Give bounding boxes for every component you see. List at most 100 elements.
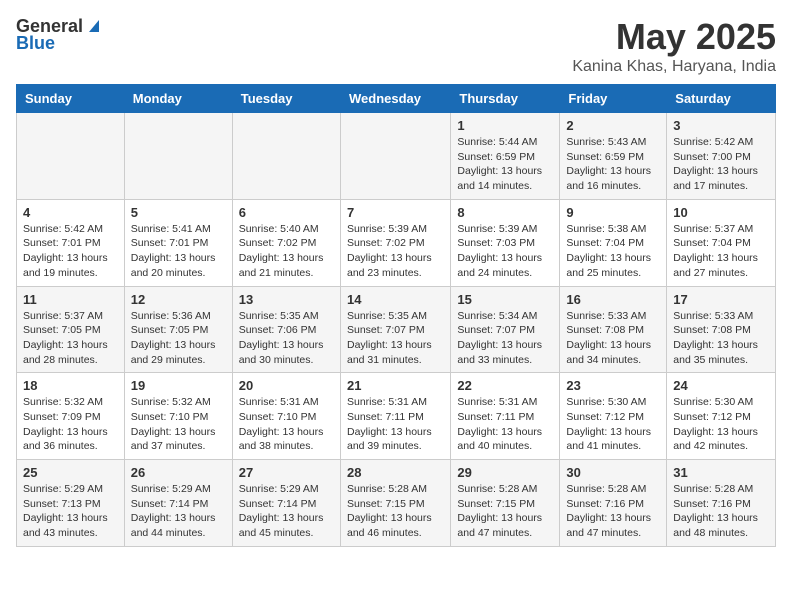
calendar-cell: 10 Sunrise: 5:37 AM Sunset: 7:04 PM Dayli… bbox=[667, 199, 776, 286]
month-title: May 2025 bbox=[572, 16, 776, 58]
day-info: Sunrise: 5:33 AM Sunset: 7:08 PM Dayligh… bbox=[673, 309, 769, 368]
calendar-cell bbox=[17, 113, 125, 200]
day-info: Sunrise: 5:42 AM Sunset: 7:01 PM Dayligh… bbox=[23, 222, 118, 281]
day-number: 16 bbox=[566, 292, 660, 307]
day-number: 20 bbox=[239, 378, 334, 393]
calendar-cell: 28Sunrise: 5:28 AM Sunset: 7:15 PM Dayli… bbox=[340, 460, 450, 547]
day-number: 26 bbox=[131, 465, 226, 480]
day-number: 1 bbox=[457, 118, 553, 133]
calendar-cell: 21 Sunrise: 5:31 AM Sunset: 7:11 PM Dayli… bbox=[340, 373, 450, 460]
calendar-cell: 27 Sunrise: 5:29 AM Sunset: 7:14 PM Dayli… bbox=[232, 460, 340, 547]
weekday-header-tuesday: Tuesday bbox=[232, 85, 340, 113]
calendar-cell: 5Sunrise: 5:41 AM Sunset: 7:01 PM Daylig… bbox=[124, 199, 232, 286]
calendar-cell bbox=[124, 113, 232, 200]
day-info: Sunrise: 5:33 AM Sunset: 7:08 PM Dayligh… bbox=[566, 309, 660, 368]
day-number: 8 bbox=[457, 205, 553, 220]
logo-blue: Blue bbox=[16, 33, 55, 54]
day-info: Sunrise: 5:31 AM Sunset: 7:11 PM Dayligh… bbox=[457, 395, 553, 454]
calendar-cell: 8 Sunrise: 5:39 AM Sunset: 7:03 PM Daylig… bbox=[451, 199, 560, 286]
logo-triangle-icon bbox=[85, 16, 103, 34]
week-row-4: 18Sunrise: 5:32 AM Sunset: 7:09 PM Dayli… bbox=[17, 373, 776, 460]
calendar-cell: 17 Sunrise: 5:33 AM Sunset: 7:08 PM Dayli… bbox=[667, 286, 776, 373]
calendar-cell: 29Sunrise: 5:28 AM Sunset: 7:15 PM Dayli… bbox=[451, 460, 560, 547]
calendar-cell: 1 Sunrise: 5:44 AM Sunset: 6:59 PM Daylig… bbox=[451, 113, 560, 200]
day-number: 4 bbox=[23, 205, 118, 220]
day-info: Sunrise: 5:39 AM Sunset: 7:02 PM Dayligh… bbox=[347, 222, 444, 281]
calendar-cell: 24Sunrise: 5:30 AM Sunset: 7:12 PM Dayli… bbox=[667, 373, 776, 460]
day-number: 18 bbox=[23, 378, 118, 393]
calendar-cell: 6 Sunrise: 5:40 AM Sunset: 7:02 PM Daylig… bbox=[232, 199, 340, 286]
calendar-cell: 15 Sunrise: 5:34 AM Sunset: 7:07 PM Dayli… bbox=[451, 286, 560, 373]
day-info: Sunrise: 5:28 AM Sunset: 7:16 PM Dayligh… bbox=[566, 482, 660, 541]
weekday-header-sunday: Sunday bbox=[17, 85, 125, 113]
day-number: 24 bbox=[673, 378, 769, 393]
title-area: May 2025 Kanina Khas, Haryana, India bbox=[572, 16, 776, 76]
day-info: Sunrise: 5:38 AM Sunset: 7:04 PM Dayligh… bbox=[566, 222, 660, 281]
day-number: 27 bbox=[239, 465, 334, 480]
calendar-cell bbox=[232, 113, 340, 200]
day-info: Sunrise: 5:39 AM Sunset: 7:03 PM Dayligh… bbox=[457, 222, 553, 281]
day-info: Sunrise: 5:29 AM Sunset: 7:13 PM Dayligh… bbox=[23, 482, 118, 541]
calendar-cell: 26 Sunrise: 5:29 AM Sunset: 7:14 PM Dayli… bbox=[124, 460, 232, 547]
week-row-2: 4 Sunrise: 5:42 AM Sunset: 7:01 PM Daylig… bbox=[17, 199, 776, 286]
day-number: 10 bbox=[673, 205, 769, 220]
weekday-header-thursday: Thursday bbox=[451, 85, 560, 113]
calendar-cell: 18Sunrise: 5:32 AM Sunset: 7:09 PM Dayli… bbox=[17, 373, 125, 460]
calendar-cell: 25 Sunrise: 5:29 AM Sunset: 7:13 PM Dayli… bbox=[17, 460, 125, 547]
day-number: 25 bbox=[23, 465, 118, 480]
location-title: Kanina Khas, Haryana, India bbox=[572, 58, 776, 76]
weekday-header-friday: Friday bbox=[560, 85, 667, 113]
calendar-cell: 4 Sunrise: 5:42 AM Sunset: 7:01 PM Daylig… bbox=[17, 199, 125, 286]
day-info: Sunrise: 5:34 AM Sunset: 7:07 PM Dayligh… bbox=[457, 309, 553, 368]
calendar-table: SundayMondayTuesdayWednesdayThursdayFrid… bbox=[16, 84, 776, 547]
day-number: 17 bbox=[673, 292, 769, 307]
week-row-3: 11 Sunrise: 5:37 AM Sunset: 7:05 PM Dayli… bbox=[17, 286, 776, 373]
calendar-cell: 7 Sunrise: 5:39 AM Sunset: 7:02 PM Daylig… bbox=[340, 199, 450, 286]
day-info: Sunrise: 5:35 AM Sunset: 7:07 PM Dayligh… bbox=[347, 309, 444, 368]
day-info: Sunrise: 5:35 AM Sunset: 7:06 PM Dayligh… bbox=[239, 309, 334, 368]
day-number: 13 bbox=[239, 292, 334, 307]
day-info: Sunrise: 5:42 AM Sunset: 7:00 PM Dayligh… bbox=[673, 135, 769, 194]
calendar-cell: 30Sunrise: 5:28 AM Sunset: 7:16 PM Dayli… bbox=[560, 460, 667, 547]
week-row-1: 1 Sunrise: 5:44 AM Sunset: 6:59 PM Daylig… bbox=[17, 113, 776, 200]
day-number: 31 bbox=[673, 465, 769, 480]
week-row-5: 25 Sunrise: 5:29 AM Sunset: 7:13 PM Dayli… bbox=[17, 460, 776, 547]
day-info: Sunrise: 5:28 AM Sunset: 7:16 PM Dayligh… bbox=[673, 482, 769, 541]
day-info: Sunrise: 5:44 AM Sunset: 6:59 PM Dayligh… bbox=[457, 135, 553, 194]
day-info: Sunrise: 5:37 AM Sunset: 7:04 PM Dayligh… bbox=[673, 222, 769, 281]
day-number: 15 bbox=[457, 292, 553, 307]
day-info: Sunrise: 5:40 AM Sunset: 7:02 PM Dayligh… bbox=[239, 222, 334, 281]
day-info: Sunrise: 5:28 AM Sunset: 7:15 PM Dayligh… bbox=[457, 482, 553, 541]
day-number: 11 bbox=[23, 292, 118, 307]
day-info: Sunrise: 5:43 AM Sunset: 6:59 PM Dayligh… bbox=[566, 135, 660, 194]
day-number: 22 bbox=[457, 378, 553, 393]
day-info: Sunrise: 5:36 AM Sunset: 7:05 PM Dayligh… bbox=[131, 309, 226, 368]
day-number: 6 bbox=[239, 205, 334, 220]
calendar-cell bbox=[340, 113, 450, 200]
day-number: 12 bbox=[131, 292, 226, 307]
weekday-header-saturday: Saturday bbox=[667, 85, 776, 113]
weekday-header-wednesday: Wednesday bbox=[340, 85, 450, 113]
day-info: Sunrise: 5:28 AM Sunset: 7:15 PM Dayligh… bbox=[347, 482, 444, 541]
calendar-cell: 13 Sunrise: 5:35 AM Sunset: 7:06 PM Dayli… bbox=[232, 286, 340, 373]
page-header: General Blue May 2025 Kanina Khas, Harya… bbox=[16, 16, 776, 76]
day-info: Sunrise: 5:29 AM Sunset: 7:14 PM Dayligh… bbox=[131, 482, 226, 541]
calendar-cell: 3Sunrise: 5:42 AM Sunset: 7:00 PM Daylig… bbox=[667, 113, 776, 200]
day-info: Sunrise: 5:31 AM Sunset: 7:11 PM Dayligh… bbox=[347, 395, 444, 454]
calendar-cell: 23 Sunrise: 5:30 AM Sunset: 7:12 PM Dayli… bbox=[560, 373, 667, 460]
calendar-cell: 2Sunrise: 5:43 AM Sunset: 6:59 PM Daylig… bbox=[560, 113, 667, 200]
day-info: Sunrise: 5:29 AM Sunset: 7:14 PM Dayligh… bbox=[239, 482, 334, 541]
calendar-cell: 16 Sunrise: 5:33 AM Sunset: 7:08 PM Dayli… bbox=[560, 286, 667, 373]
weekday-header-monday: Monday bbox=[124, 85, 232, 113]
calendar-cell: 22 Sunrise: 5:31 AM Sunset: 7:11 PM Dayli… bbox=[451, 373, 560, 460]
day-number: 21 bbox=[347, 378, 444, 393]
day-number: 23 bbox=[566, 378, 660, 393]
day-info: Sunrise: 5:37 AM Sunset: 7:05 PM Dayligh… bbox=[23, 309, 118, 368]
day-info: Sunrise: 5:30 AM Sunset: 7:12 PM Dayligh… bbox=[566, 395, 660, 454]
day-number: 7 bbox=[347, 205, 444, 220]
calendar-cell: 20Sunrise: 5:31 AM Sunset: 7:10 PM Dayli… bbox=[232, 373, 340, 460]
calendar-cell: 11 Sunrise: 5:37 AM Sunset: 7:05 PM Dayli… bbox=[17, 286, 125, 373]
day-number: 9 bbox=[566, 205, 660, 220]
calendar-cell: 19Sunrise: 5:32 AM Sunset: 7:10 PM Dayli… bbox=[124, 373, 232, 460]
day-info: Sunrise: 5:41 AM Sunset: 7:01 PM Dayligh… bbox=[131, 222, 226, 281]
